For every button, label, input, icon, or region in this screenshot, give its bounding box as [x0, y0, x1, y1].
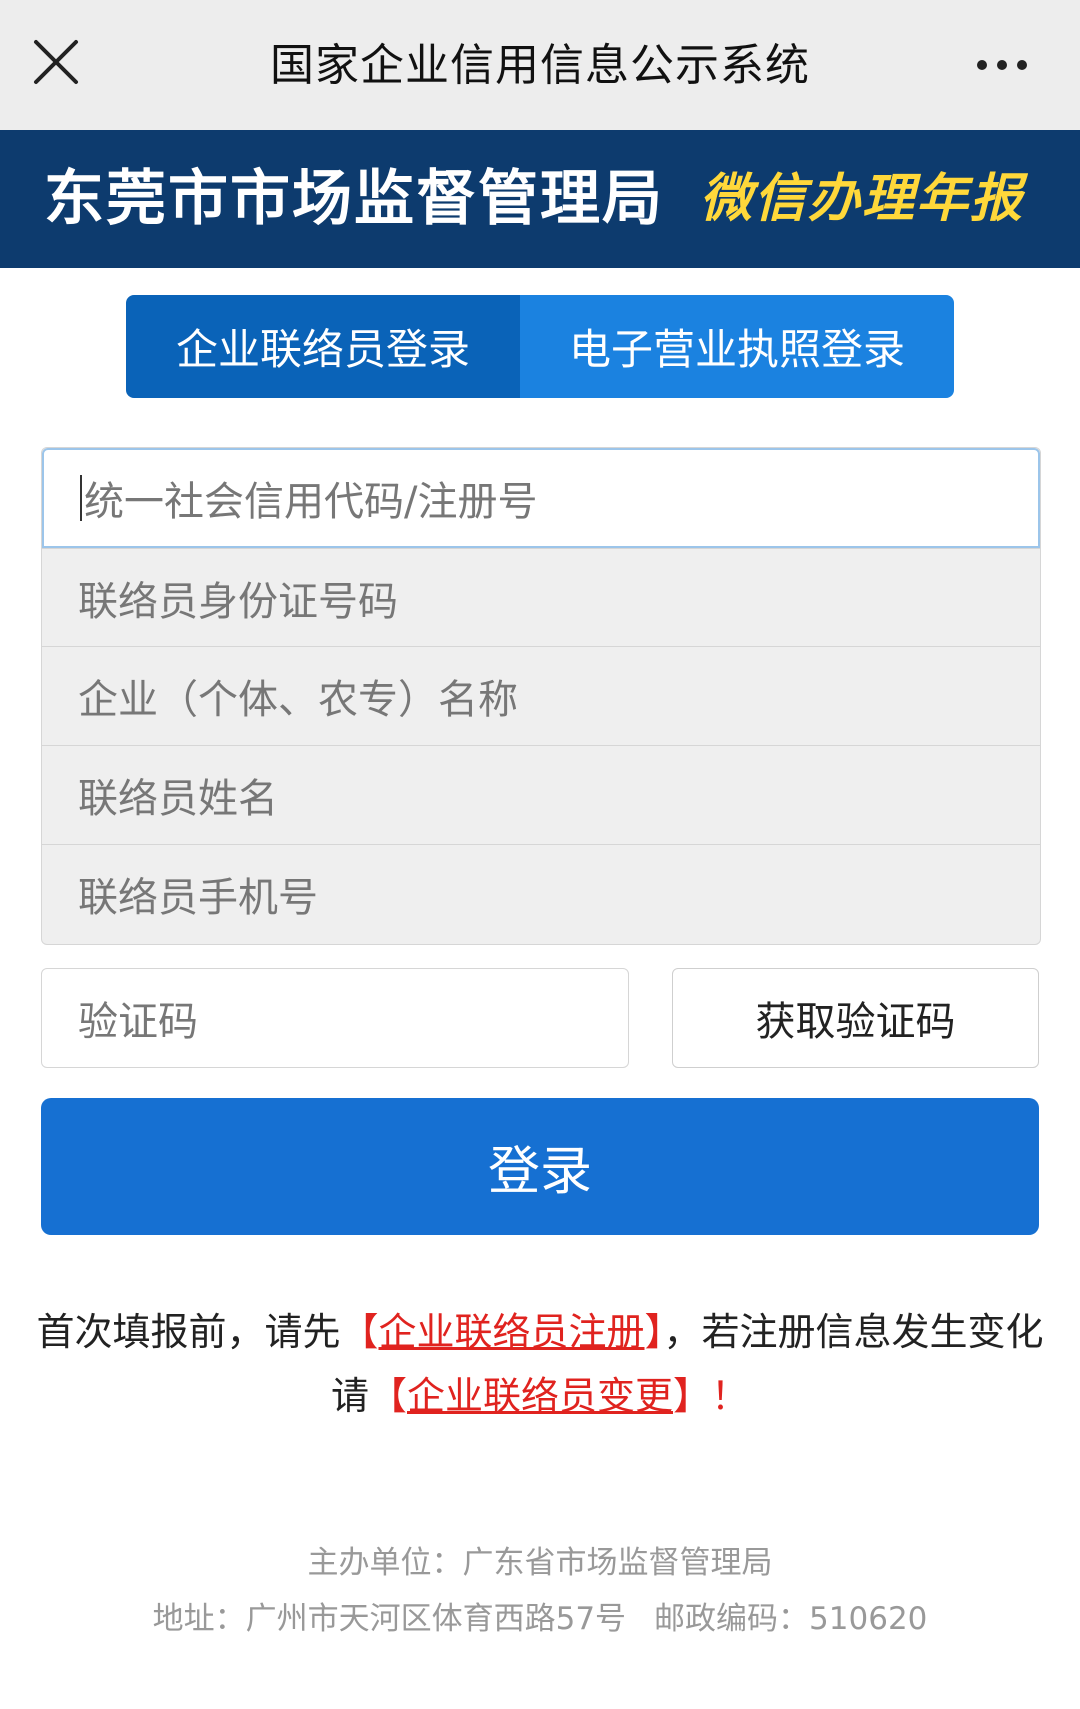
header-banner: 东莞市市场监督管理局 微信办理年报 — [0, 130, 1080, 268]
page-title: 国家企业信用信息公示系统 — [270, 40, 810, 91]
get-code-button[interactable]: 获取验证码 — [672, 968, 1039, 1068]
tab-e-license-login[interactable]: 电子营业执照登录 — [520, 295, 954, 398]
footer: 主办单位：广东省市场监督管理局 地址：广州市天河区体育西路57号 邮政编码：510… — [0, 1535, 1080, 1647]
company-name-input[interactable]: 企业（个体、农专）名称 — [42, 646, 1040, 744]
contact-name-input[interactable]: 联络员姓名 — [42, 745, 1040, 843]
text-caret — [80, 475, 82, 521]
bracket-close: 】 — [644, 1310, 664, 1354]
verification-code-placeholder: 验证码 — [78, 999, 198, 1045]
more-horizontal-icon[interactable] — [972, 50, 1032, 80]
phone-placeholder: 联络员手机号 — [78, 874, 318, 921]
footer-host: 主办单位：广东省市场监督管理局 — [307, 1545, 773, 1581]
top-nav-bar: 国家企业信用信息公示系统 — [0, 0, 1080, 130]
login-form-fields: 统一社会信用代码/注册号 联络员身份证号码 企业（个体、农专）名称 联络员姓名 … — [41, 447, 1041, 945]
notice-end: ！ — [711, 1374, 750, 1418]
company-name-placeholder: 企业（个体、农专）名称 — [78, 676, 518, 723]
credit-code-input[interactable]: 统一社会信用代码/注册号 — [42, 448, 1040, 548]
change-link[interactable]: 企业联络员变更 — [407, 1374, 673, 1418]
id-number-input[interactable]: 联络员身份证号码 — [42, 548, 1040, 646]
banner-title: 东莞市市场监督管理局 — [44, 164, 664, 234]
notice-text-1: 首次填报前，请先 — [36, 1310, 341, 1354]
footer-postal: 邮政编码：510620 — [654, 1601, 928, 1637]
phone-input[interactable]: 联络员手机号 — [42, 844, 1040, 942]
contact-name-placeholder: 联络员姓名 — [78, 775, 278, 822]
footer-address: 地址：广州市天河区体育西路57号 — [152, 1601, 627, 1637]
verification-code-input[interactable]: 验证码 — [41, 968, 629, 1068]
register-link[interactable]: 企业联络员注册 — [378, 1310, 644, 1354]
tab-contact-login[interactable]: 企业联络员登录 — [126, 295, 520, 398]
footer-address-line: 地址：广州市天河区体育西路57号 邮政编码：510620 — [0, 1591, 1080, 1647]
close-icon[interactable] — [28, 34, 84, 90]
banner-slogan: 微信办理年报 — [700, 168, 1025, 229]
registration-notice: 首次填报前，请先【企业联络员注册】，若注册信息发生变化请【企业联络员变更】！ — [30, 1300, 1050, 1428]
bracket-open: 【 — [340, 1310, 379, 1354]
login-button[interactable]: 登录 — [41, 1098, 1039, 1235]
id-number-placeholder: 联络员身份证号码 — [78, 578, 398, 625]
bracket-open-2: 【 — [368, 1374, 407, 1418]
bracket-close-2: 】 — [673, 1374, 712, 1418]
credit-code-placeholder: 统一社会信用代码/注册号 — [84, 479, 538, 525]
login-tabs: 企业联络员登录 电子营业执照登录 — [126, 295, 954, 398]
